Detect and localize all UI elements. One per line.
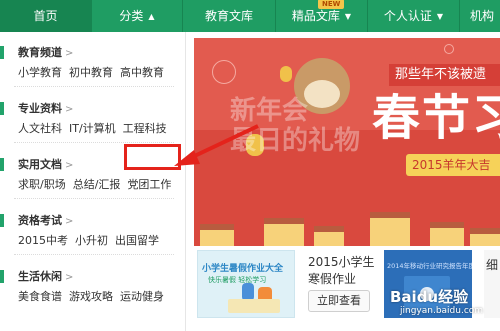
house-icon [264,218,304,246]
menu-link[interactable]: 2015中考 [18,234,68,247]
edge-card-text: 细 [486,258,499,272]
divider [14,86,174,87]
annotation-arrow-icon [174,124,259,166]
annotation-highlight-box [124,144,181,170]
menu-link-party-work[interactable]: 党团工作 [127,178,171,191]
nav-home[interactable]: 首页 [0,0,92,32]
nav-category-label: 分类 [119,9,144,23]
snowflake-icon [444,44,454,54]
nav-institution-label: 机构 [470,9,495,23]
group-marker [0,46,4,59]
menu-link[interactable]: 游戏攻略 [69,290,113,303]
new-badge: NEW [318,0,345,9]
winter-card-title: 2015小学生寒假作业 [308,255,375,286]
caret-up-icon: ▲ [148,12,155,21]
top-nav: 首页 分类 ▲ 教育文库 精品文库 ▼ 个人认证 ▼ 机构 [0,0,500,32]
group-marker [0,214,4,227]
divider [14,198,174,199]
watermark-url: jingyan.baidu.com [400,306,484,316]
house-icon [200,224,234,246]
summer-homework-card[interactable]: 小学生暑假作业大全 快乐暑假 轻松学习 [197,250,295,318]
summer-card-caption: 小学生暑假作业大全 [202,264,284,274]
menu-link[interactable]: 工程科技 [123,122,167,135]
chevron-right-icon: > [65,160,74,171]
menu-link[interactable]: 出国留学 [115,234,159,247]
edge-card[interactable]: 细 [484,250,500,318]
group-title[interactable]: 生活休闲 > [18,268,73,284]
report-card-caption: 2014年移动行业研究报告年度盘点 [387,262,472,270]
view-now-button[interactable]: 立即查看 [308,290,370,312]
group-links: 人文社科 IT/计算机 工程科技 [18,120,174,136]
group-links: 小学教育 初中教育 高中教育 [18,64,171,80]
group-links: 美食食谱 游戏攻略 运动健身 [18,288,171,304]
menu-link[interactable]: 小升初 [75,234,108,247]
menu-link[interactable]: 美食食谱 [18,290,62,303]
summer-card-sub: 快乐暑假 轻松学习 [208,276,267,284]
winter-homework-card: 2015小学生寒假作业 立即查看 [302,250,380,318]
nav-edu-library[interactable]: 教育文库 [183,0,276,32]
chevron-right-icon: > [65,104,74,115]
nav-category[interactable]: 分类 ▲ [92,0,183,32]
group-title[interactable]: 实用文档 > [18,156,73,172]
caret-down-icon: ▼ [344,12,352,21]
banner-houses [194,200,500,246]
menu-link[interactable]: 人文社科 [18,122,62,135]
lantern-icon [280,66,292,82]
group-title[interactable]: 教育频道 > [18,44,73,60]
house-icon [470,228,500,246]
nav-personal-cert-label: 个人认证 [383,9,432,23]
group-marker [0,158,4,171]
group-title[interactable]: 专业资料 > [18,100,73,116]
group-links: 2015中考 小升初 出国留学 [18,232,166,248]
banner-headline: 春节习俗 [372,90,500,146]
group-links: 求职/职场 总结/汇报 党团工作 [18,176,178,192]
group-title[interactable]: 资格考试 > [18,212,73,228]
snowflake-icon [212,60,236,84]
watermark-text: Baidu经验 [390,288,469,306]
caret-down-icon: ▼ [436,12,444,21]
house-icon [430,222,464,246]
menu-link[interactable]: 运动健身 [120,290,164,303]
nav-edu-library-label: 教育文库 [204,9,253,23]
house-icon [314,226,344,246]
nav-home-label: 首页 [33,9,58,23]
chevron-right-icon: > [65,216,74,227]
book-icon [228,299,280,313]
chevron-right-icon: > [65,272,74,283]
nav-institution[interactable]: 机构 [460,0,500,32]
divider [14,142,174,143]
menu-link[interactable]: 高中教育 [120,66,164,79]
menu-link[interactable]: 初中教育 [69,66,113,79]
nav-personal-cert[interactable]: 个人认证 ▼ [368,0,460,32]
menu-link[interactable]: IT/计算机 [69,122,116,135]
category-menu: 教育频道 > 小学教育 初中教育 高中教育 专业资料 > 人文社科 IT/计算机 工程科技 … [0,32,186,331]
menu-link[interactable]: 小学教育 [18,66,62,79]
banner-year-text: 2015羊年大吉 [406,154,500,176]
group-marker [0,270,4,283]
chevron-right-icon: > [65,48,74,59]
nav-premium-library-label: 精品文库 [291,9,340,23]
menu-link[interactable]: 求职/职场 [18,178,66,191]
banner-top-text: 那些年不该被遗 [389,64,500,86]
menu-link[interactable]: 总结/汇报 [73,178,121,191]
group-marker [0,102,4,115]
house-icon [370,212,410,246]
divider [14,254,174,255]
